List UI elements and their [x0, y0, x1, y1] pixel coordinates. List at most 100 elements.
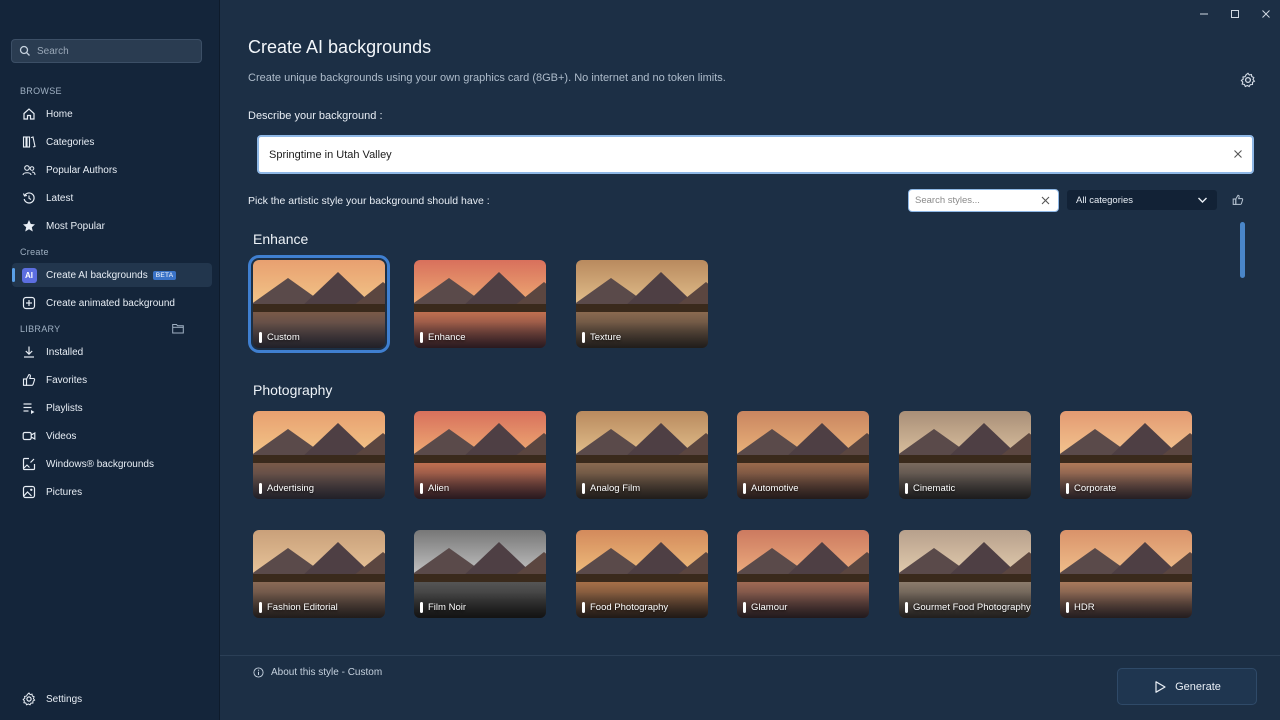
search-icon — [19, 45, 30, 56]
label-bar — [743, 602, 746, 613]
style-card-text: Analog Film — [590, 483, 641, 494]
maximize-icon — [1231, 10, 1239, 18]
ai-icon: AI — [21, 267, 37, 283]
sidebar-item-pictures[interactable]: Pictures — [12, 480, 212, 504]
download-icon — [21, 344, 37, 360]
sidebar-item-label: Playlists — [46, 402, 83, 414]
picture-icon — [21, 484, 37, 500]
style-search-input[interactable]: Search styles... — [908, 189, 1059, 212]
label-bar — [582, 483, 585, 494]
style-card-glamour[interactable]: Glamour — [737, 530, 869, 618]
style-card-automotive[interactable]: Automotive — [737, 411, 869, 499]
thumbnail-treeline — [576, 455, 708, 463]
style-card-text: Automotive — [751, 483, 799, 494]
beta-badge: BETA — [152, 270, 177, 280]
label-bar — [1066, 483, 1069, 494]
library-section-label: LIBRARY — [20, 324, 61, 334]
sidebar-item-label: Favorites — [46, 374, 88, 386]
sidebar-item-categories[interactable]: Categories — [12, 130, 212, 154]
close-window-button[interactable] — [1258, 6, 1274, 22]
settings-gear-icon[interactable] — [1240, 72, 1256, 88]
thumbnail-treeline — [899, 455, 1031, 463]
about-style-label: About this style - Custom — [271, 667, 383, 678]
sidebar-item-label: Latest — [46, 192, 74, 204]
sidebar-item-windows-backgrounds[interactable]: Windows® backgrounds — [12, 452, 212, 476]
style-card-analog-film[interactable]: Analog Film — [576, 411, 708, 499]
gear-icon — [21, 691, 37, 707]
style-card-label: Custom — [259, 332, 300, 343]
sidebar-item-home[interactable]: Home — [12, 102, 212, 126]
style-card-label: Gourmet Food Photography — [905, 602, 1031, 613]
style-card-gourmet-food-photography[interactable]: Gourmet Food Photography — [899, 530, 1031, 618]
sidebar-item-installed[interactable]: Installed — [12, 340, 212, 364]
prompt-input[interactable]: Springtime in Utah Valley — [257, 135, 1254, 174]
label-bar — [259, 602, 262, 613]
style-card-text: Glamour — [751, 602, 788, 613]
style-card-text: Custom — [267, 332, 300, 343]
folder-icon[interactable] — [172, 323, 184, 334]
history-icon — [21, 190, 37, 206]
sidebar-search[interactable]: Search — [11, 39, 202, 63]
style-card-texture[interactable]: Texture — [576, 260, 708, 348]
style-card-cinematic[interactable]: Cinematic — [899, 411, 1031, 499]
clear-style-search-icon[interactable] — [1041, 196, 1050, 205]
sidebar-item-label: Categories — [46, 136, 95, 148]
generate-button[interactable]: Generate — [1117, 668, 1257, 705]
style-card-text: Enhance — [428, 332, 466, 343]
clear-prompt-icon[interactable] — [1233, 149, 1243, 159]
sidebar-item-create-animated-background[interactable]: Create animated background — [12, 291, 212, 315]
sidebar-item-favorites[interactable]: Favorites — [12, 368, 212, 392]
style-card-food-photography[interactable]: Food Photography — [576, 530, 708, 618]
close-icon — [1262, 10, 1270, 18]
style-card-enhance[interactable]: Enhance — [414, 260, 546, 348]
home-icon — [21, 106, 37, 122]
sidebar-item-latest[interactable]: Latest — [12, 186, 212, 210]
sidebar-item-settings[interactable]: Settings — [12, 687, 212, 711]
describe-label: Describe your background : — [248, 110, 383, 122]
info-icon — [253, 667, 264, 678]
scrollbar-thumb[interactable] — [1240, 222, 1245, 278]
style-card-label: Alien — [420, 483, 449, 494]
thumbnail-treeline — [1060, 455, 1192, 463]
style-card-corporate[interactable]: Corporate — [1060, 411, 1192, 499]
minimize-button[interactable] — [1196, 6, 1212, 22]
sidebar-item-popular-authors[interactable]: Popular Authors — [12, 158, 212, 182]
page-subtitle: Create unique backgrounds using your own… — [248, 72, 726, 84]
style-card-hdr[interactable]: HDR — [1060, 530, 1192, 618]
style-card-fashion-editorial[interactable]: Fashion Editorial — [253, 530, 385, 618]
thumbnail-treeline — [414, 455, 546, 463]
style-search-placeholder: Search styles... — [915, 195, 980, 206]
style-card-custom[interactable]: Custom — [248, 255, 390, 353]
thumbs-up-icon — [21, 372, 37, 388]
style-card-alien[interactable]: Alien — [414, 411, 546, 499]
video-icon — [21, 428, 37, 444]
thumbnail-treeline — [414, 304, 546, 312]
style-card-label: HDR — [1066, 602, 1095, 613]
style-card-advertising[interactable]: Advertising — [253, 411, 385, 499]
style-card-film-noir[interactable]: Film Noir — [414, 530, 546, 618]
label-bar — [259, 483, 262, 494]
label-bar — [582, 602, 585, 613]
label-bar — [582, 332, 585, 343]
sidebar-item-most-popular[interactable]: Most Popular — [12, 214, 212, 238]
category-dropdown[interactable]: All categories — [1067, 190, 1217, 210]
sidebar-item-create-ai-backgrounds[interactable]: AI Create AI backgrounds BETA — [12, 263, 212, 287]
label-bar — [905, 483, 908, 494]
thumbnail-treeline — [414, 574, 546, 582]
style-card-text: Gourmet Food Photography — [913, 602, 1031, 613]
sidebar-item-label: Create animated background — [46, 297, 175, 309]
maximize-button[interactable] — [1227, 6, 1243, 22]
style-card-label: Automotive — [743, 483, 799, 494]
style-card-text: Corporate — [1074, 483, 1117, 494]
chevron-down-icon — [1198, 197, 1207, 203]
sidebar-item-label: Popular Authors — [46, 164, 118, 176]
about-style-link[interactable]: About this style - Custom — [253, 667, 382, 678]
thumbs-up-filter-icon[interactable] — [1232, 194, 1244, 206]
sidebar-item-label: Windows® backgrounds — [46, 458, 154, 470]
style-card-text: Alien — [428, 483, 450, 494]
sidebar-item-label: Settings — [46, 693, 83, 705]
sidebar-item-playlists[interactable]: Playlists — [12, 396, 212, 420]
sidebar-item-videos[interactable]: Videos — [12, 424, 212, 448]
thumbnail-treeline — [253, 455, 385, 463]
sidebar-item-label: Installed — [46, 346, 84, 358]
